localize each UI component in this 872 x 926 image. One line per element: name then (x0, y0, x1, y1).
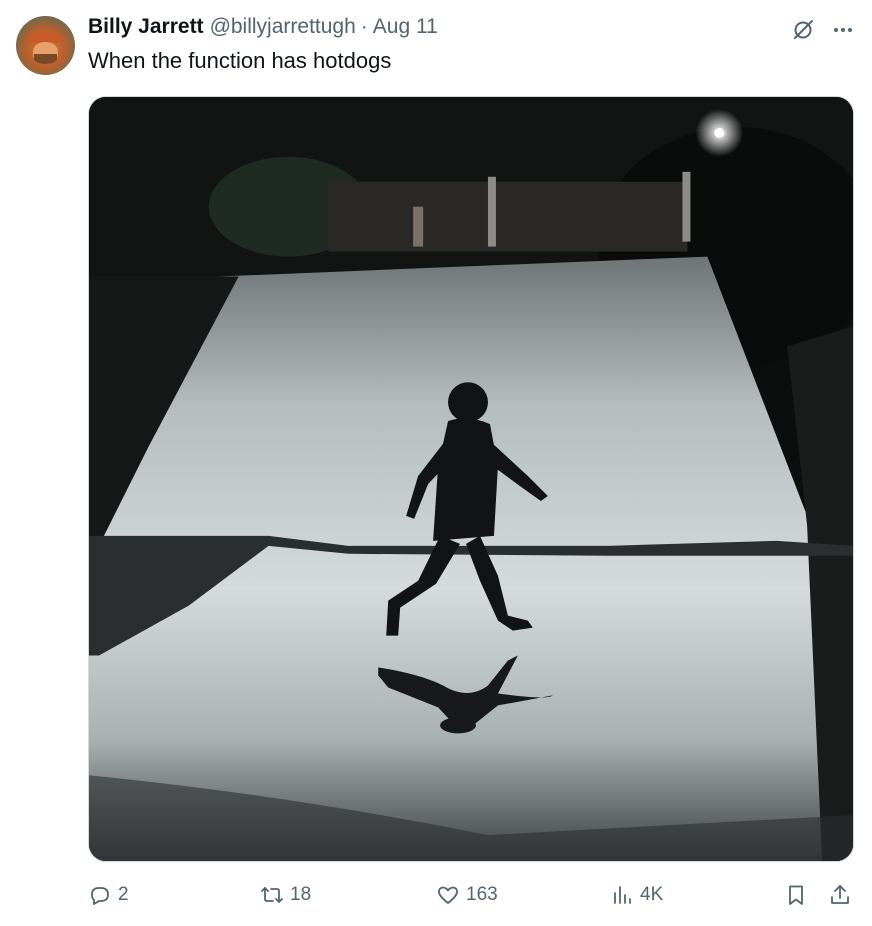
retweet-button[interactable]: 18 (260, 876, 311, 914)
tweet-text: When the function has hotdogs (88, 48, 392, 73)
retweet-count: 18 (290, 884, 312, 905)
tweet-header: Billy Jarrett @billyjarrettugh · Aug 11 (88, 13, 438, 41)
avatar[interactable] (16, 16, 75, 75)
views-button[interactable]: 4K (610, 876, 663, 914)
author-name[interactable]: Billy Jarrett (88, 15, 204, 39)
tweet-date[interactable]: Aug 11 (373, 15, 438, 39)
more-icon[interactable] (830, 17, 856, 43)
share-button[interactable] (828, 876, 852, 914)
bookmark-button[interactable] (784, 876, 808, 914)
bookmark-icon (789, 885, 803, 905)
retweet-icon (261, 887, 283, 903)
like-button[interactable]: 163 (436, 876, 498, 914)
tweet[interactable]: Billy Jarrett @billyjarrettugh · Aug 11 … (0, 0, 872, 926)
tweet-image[interactable] (88, 96, 854, 862)
heart-icon (438, 886, 458, 904)
like-count: 163 (466, 884, 498, 905)
views-count: 4K (640, 884, 664, 905)
reply-button[interactable]: 2 (88, 876, 129, 914)
reply-icon (91, 887, 109, 905)
views-icon (614, 886, 631, 904)
reply-count: 2 (118, 884, 129, 905)
action-bar: 2 18 163 4K (88, 876, 858, 914)
avatar-beard (34, 54, 57, 64)
separator-dot: · (360, 15, 368, 38)
grok-icon[interactable] (790, 17, 816, 43)
share-icon (831, 885, 849, 904)
author-handle[interactable]: @billyjarrettugh (210, 15, 356, 39)
